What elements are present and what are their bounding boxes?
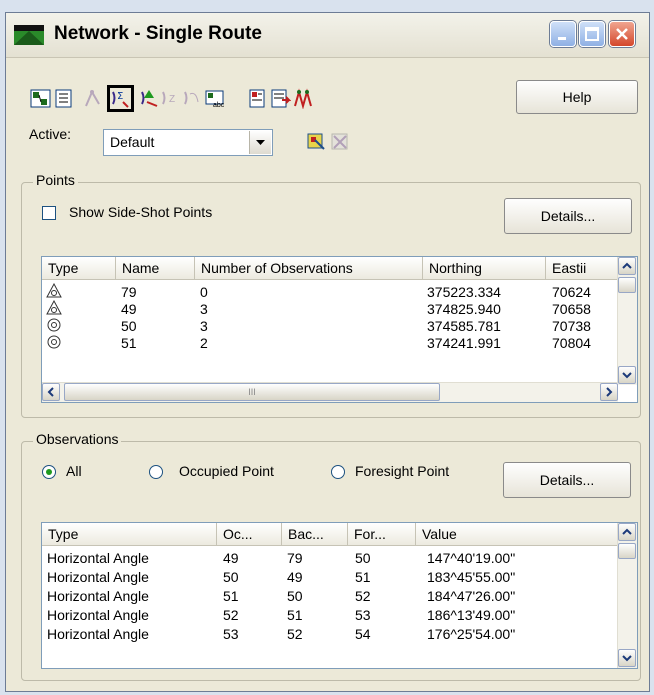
close-icon <box>616 28 628 40</box>
obs-type: Horizontal Angle <box>47 569 149 585</box>
chevron-down-icon <box>622 655 632 662</box>
scroll-thumb[interactable] <box>618 277 636 293</box>
obs-occupied: 51 <box>223 588 239 604</box>
points-vertical-scrollbar[interactable] <box>617 257 637 385</box>
obs-value: 176^25'54.00" <box>427 626 516 642</box>
obs-type: Horizontal Angle <box>47 607 149 623</box>
obs-value: 186^13'49.00" <box>427 607 516 623</box>
obs-type: Horizontal Angle <box>47 550 149 566</box>
chevron-up-icon <box>622 528 632 535</box>
radio-foresight-label: Foresight Point <box>355 463 450 479</box>
obs-foresight: 53 <box>355 607 371 623</box>
points-edit-icon[interactable] <box>306 131 327 152</box>
scroll-down-button[interactable] <box>618 366 636 384</box>
maximize-button[interactable] <box>579 21 605 47</box>
points-list[interactable]: Type Name Number of Observations Northin… <box>41 256 638 403</box>
svg-text:Z: Z <box>169 94 175 105</box>
export-icon[interactable] <box>270 88 291 109</box>
obs-foresight: 54 <box>355 626 371 642</box>
list-view-icon[interactable] <box>53 88 74 109</box>
obs-backsight: 50 <box>287 588 303 604</box>
title-bar[interactable]: Network - Single Route <box>6 13 649 58</box>
active-select-value: Default <box>110 134 155 150</box>
angle-disabled-icon[interactable]: Z <box>160 88 181 109</box>
observations-vertical-scrollbar[interactable] <box>617 523 637 668</box>
radio-occupied-label: Occupied Point <box>179 463 274 479</box>
show-sideshot-checkbox[interactable] <box>42 206 56 220</box>
observations-group-title: Observations <box>33 431 122 447</box>
scroll-thumb[interactable]: III <box>64 383 440 401</box>
radio-foresight-point[interactable] <box>331 465 345 479</box>
scroll-up-button[interactable] <box>618 523 636 541</box>
obs-value: 184^47'26.00" <box>427 588 516 604</box>
obs-foresight: 50 <box>355 550 371 566</box>
scroll-left-button[interactable] <box>42 383 60 401</box>
chevron-up-icon <box>622 262 632 269</box>
network-app-icon <box>14 25 44 45</box>
minimize-icon <box>558 37 566 40</box>
svg-text:Σ: Σ <box>117 91 123 102</box>
obs-type: Horizontal Angle <box>47 588 149 604</box>
window-title: Network - Single Route <box>54 23 262 44</box>
obs-occupied: 52 <box>223 607 239 623</box>
obs-occupied: 49 <box>223 550 239 566</box>
point-easting: 70804 <box>552 335 591 351</box>
obs-occupied: 53 <box>223 626 239 642</box>
obs-occupied: 50 <box>223 569 239 585</box>
route-disabled-icon[interactable] <box>82 88 103 109</box>
maximize-icon <box>585 27 599 41</box>
dropdown-arrow-button[interactable] <box>249 131 271 154</box>
obs-value: 147^40'19.00" <box>427 550 516 566</box>
curve-disabled-icon[interactable] <box>182 88 203 109</box>
observations-details-button[interactable]: Details... <box>503 462 631 498</box>
traverse-point-icon <box>47 335 61 349</box>
chevron-down-icon <box>622 372 632 379</box>
angle-up-icon[interactable] <box>139 88 160 109</box>
scroll-thumb[interactable] <box>618 543 636 559</box>
obs-backsight: 51 <box>287 607 303 623</box>
chevron-down-icon <box>256 140 265 145</box>
scroll-down-button[interactable] <box>618 649 636 667</box>
points-group-title: Points <box>33 172 78 188</box>
svg-text:abc: abc <box>213 102 225 109</box>
help-button[interactable]: Help <box>516 80 638 114</box>
observations-list[interactable]: Type Oc... Bac... For... Value Horizonta… <box>41 522 638 669</box>
adjust-icon[interactable]: abc <box>204 88 225 109</box>
scroll-right-button[interactable] <box>600 383 618 401</box>
show-sideshot-label: Show Side-Shot Points <box>69 204 213 220</box>
obs-backsight: 52 <box>287 626 303 642</box>
chevron-right-icon <box>606 387 613 397</box>
obs-type: Horizontal Angle <box>47 626 149 642</box>
minimize-button[interactable] <box>550 21 576 47</box>
sum-observations-icon[interactable]: Σ <box>107 85 134 112</box>
obs-backsight: 49 <box>287 569 303 585</box>
graphic-icon[interactable] <box>30 88 51 109</box>
obs-value: 183^45'55.00" <box>427 569 516 585</box>
point-name: 51 <box>121 335 137 351</box>
radio-all-label: All <box>66 463 82 479</box>
points-details-button[interactable]: Details... <box>504 198 632 234</box>
point-obs-count: 2 <box>200 335 208 351</box>
radio-occupied-point[interactable] <box>149 465 163 479</box>
points-horizontal-scrollbar[interactable]: III <box>42 382 618 402</box>
close-button[interactable] <box>609 21 635 47</box>
obs-foresight: 51 <box>355 569 371 585</box>
radio-all[interactable] <box>42 465 56 479</box>
obs-foresight: 52 <box>355 588 371 604</box>
observations-rows: Horizontal Angle 49 79 50 147^40'19.00" … <box>42 523 620 668</box>
obs-backsight: 79 <box>287 550 303 566</box>
scroll-up-button[interactable] <box>618 257 636 275</box>
active-label: Active: <box>29 126 72 142</box>
import-icon[interactable] <box>248 88 269 109</box>
network-run-icon[interactable] <box>292 88 313 109</box>
chevron-left-icon <box>47 387 54 397</box>
active-select[interactable]: Default <box>103 129 273 156</box>
table-row[interactable]: 51 2 374241.991 70804 <box>42 257 620 385</box>
delete-disabled-icon[interactable] <box>330 131 351 152</box>
point-northing: 374241.991 <box>427 335 501 351</box>
